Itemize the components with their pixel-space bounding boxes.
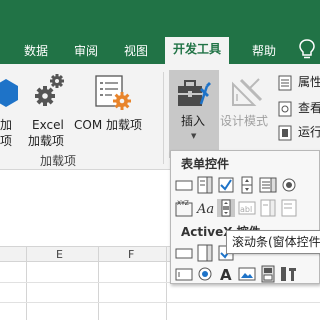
addins-label-line1: 加: [0, 118, 13, 132]
activex-option-button-icon[interactable]: [196, 265, 214, 283]
excel-window: 数据 审阅 视图 开发工具 帮助 加 项 Excel 加载项 COM 加载项 加…: [0, 0, 320, 320]
combo-drop-edit-control-icon[interactable]: [280, 199, 298, 217]
group-separator: [163, 72, 164, 164]
group-addins-label: 加载项: [40, 154, 77, 168]
addins-button[interactable]: 加 项: [0, 70, 20, 148]
design-mode-button[interactable]: 设计模式: [220, 70, 274, 130]
option-button-control-icon[interactable]: [280, 176, 298, 194]
list-box-control-icon[interactable]: [259, 176, 277, 194]
grid-line: [166, 246, 167, 320]
excel-addins-label-line2: 加载项: [28, 134, 65, 148]
view-code-button[interactable]: 查看: [278, 100, 320, 118]
excel-addins-label-line1: Excel: [32, 118, 64, 132]
button-control-icon[interactable]: [175, 176, 193, 194]
column-header-e[interactable]: E: [56, 247, 63, 262]
excel-addins-button[interactable]: Excel 加载项: [26, 70, 72, 148]
lightbulb-icon[interactable]: [298, 38, 316, 60]
activex-more-controls-icon[interactable]: [280, 265, 298, 283]
run-dialog-label: 运行: [298, 125, 320, 139]
form-controls-title: 表单控件: [181, 157, 230, 171]
combo-list-edit-control-icon[interactable]: [259, 199, 277, 217]
checkbox-control-icon[interactable]: [217, 176, 235, 194]
svg-text:A: A: [220, 266, 232, 283]
tab-review[interactable]: 审阅: [74, 40, 98, 62]
com-addin-icon: [95, 75, 131, 110]
svg-text:Aa: Aa: [196, 202, 214, 217]
toolbox-icon: [178, 80, 211, 106]
svg-text:abl: abl: [240, 205, 252, 214]
com-addins-button[interactable]: COM 加载项: [74, 70, 154, 132]
scroll-bar-control-icon[interactable]: [217, 199, 235, 217]
com-addins-label: COM 加载项: [74, 118, 142, 132]
run-dialog-icon: [278, 125, 292, 141]
activex-text-box-icon[interactable]: [175, 265, 193, 283]
properties-icon: [278, 75, 292, 91]
svg-text:XYZ: XYZ: [177, 200, 189, 207]
activex-button-icon[interactable]: [175, 244, 193, 262]
insert-label: 插入: [181, 114, 206, 128]
spin-button-control-icon[interactable]: [238, 176, 256, 194]
grid-line: [0, 302, 320, 303]
insert-controls-button[interactable]: 插入 ▼: [169, 70, 219, 158]
group-box-control-icon[interactable]: XYZ: [175, 199, 193, 217]
insert-controls-dropdown: 表单控件 XYZ Aa abl ActiveX 控件 A: [170, 150, 320, 284]
gears-icon: [35, 74, 64, 106]
tab-data[interactable]: 数据: [24, 40, 48, 62]
text-field-control-icon[interactable]: abl: [238, 199, 256, 217]
tab-view[interactable]: 视图: [124, 40, 148, 62]
column-header-f[interactable]: F: [128, 247, 134, 262]
activex-combo-box-icon[interactable]: [196, 244, 214, 262]
addins-label-line2: 项: [0, 134, 13, 148]
tab-help[interactable]: 帮助: [252, 40, 276, 62]
combo-box-control-icon[interactable]: [196, 176, 214, 194]
view-code-icon: [278, 101, 292, 117]
grid-line: [26, 246, 27, 320]
activex-toggle-button-icon[interactable]: [259, 265, 277, 283]
properties-button[interactable]: 属性: [278, 74, 320, 92]
design-mode-label: 设计模式: [220, 114, 269, 128]
scroll-bar-tooltip: 滚动条(窗体控件): [226, 230, 320, 254]
tab-developer[interactable]: 开发工具: [165, 37, 230, 64]
properties-label: 属性: [298, 75, 320, 89]
activex-label-icon[interactable]: A: [217, 265, 235, 283]
ribbon-tab-bar: 数据 审阅 视图 开发工具 帮助: [0, 0, 320, 64]
addin-hexagon-icon: [0, 79, 18, 107]
activex-image-icon[interactable]: [238, 265, 256, 283]
label-control-icon[interactable]: Aa: [196, 199, 214, 217]
design-mode-icon: [232, 78, 263, 106]
grid-line: [98, 246, 99, 320]
chevron-down-icon: ▼: [191, 132, 197, 140]
run-dialog-button[interactable]: 运行: [278, 124, 320, 142]
view-code-label: 查看: [298, 101, 320, 115]
